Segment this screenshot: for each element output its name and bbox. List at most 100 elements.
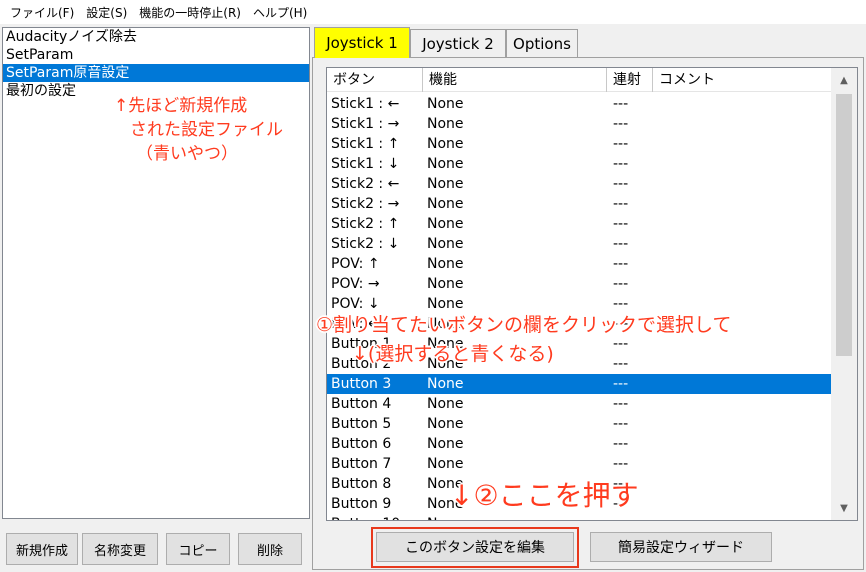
profile-item[interactable]: Audacityノイズ除去 bbox=[3, 28, 309, 46]
row-button-name: Button 5 bbox=[331, 416, 392, 432]
list-row[interactable]: Stick2 : ← None --- bbox=[327, 174, 831, 194]
row-comment bbox=[661, 194, 831, 214]
row-comment bbox=[661, 174, 831, 194]
list-row[interactable]: Button 3 None --- bbox=[327, 374, 831, 394]
row-function: None bbox=[427, 256, 464, 272]
new-profile-button[interactable]: 新規作成 bbox=[6, 533, 78, 565]
row-rapid: --- bbox=[607, 514, 661, 520]
annotation-step2: ↓②ここを押す bbox=[450, 479, 639, 512]
row-rapid: --- bbox=[613, 376, 629, 392]
edit-button-setting-button[interactable]: このボタン設定を編集 bbox=[376, 532, 574, 562]
list-row[interactable]: Button 4 None --- bbox=[327, 394, 831, 414]
menu-pause[interactable]: 機能の一時停止(R) bbox=[133, 4, 247, 21]
row-button-name: Button 8 bbox=[331, 476, 392, 492]
copy-profile-button[interactable]: コピー bbox=[166, 533, 230, 565]
list-row[interactable]: Stick2 : → None --- bbox=[327, 194, 831, 214]
list-row[interactable]: Stick2 : ↓ None --- bbox=[327, 234, 831, 254]
list-row[interactable]: Button 10None--- bbox=[327, 514, 831, 520]
row-function: None bbox=[423, 514, 607, 520]
menu-help[interactable]: ヘルプ(H) bbox=[247, 4, 313, 21]
row-function: None bbox=[427, 456, 464, 472]
delete-profile-button[interactable]: 削除 bbox=[238, 533, 302, 565]
list-row[interactable]: Stick1 : ← None --- bbox=[327, 94, 831, 114]
row-comment bbox=[661, 254, 831, 274]
row-comment bbox=[661, 434, 831, 454]
row-comment bbox=[661, 514, 831, 520]
row-comment bbox=[661, 94, 831, 114]
list-row[interactable]: Button 7 None --- bbox=[327, 454, 831, 474]
button-assign-list[interactable]: ボタン 機能 連射 コメント Stick1 : ← None --- Stick1 :… bbox=[326, 67, 858, 521]
row-rapid: --- bbox=[613, 216, 629, 232]
row-rapid: --- bbox=[613, 276, 629, 292]
row-button-name: Stick2 : → bbox=[331, 196, 400, 212]
list-row[interactable]: Button 5 None --- bbox=[327, 414, 831, 434]
row-function: None bbox=[427, 96, 464, 112]
profile-item[interactable]: SetParam bbox=[3, 46, 309, 64]
row-function: None bbox=[427, 156, 464, 172]
menu-settings[interactable]: 設定(S) bbox=[80, 4, 133, 21]
row-rapid: --- bbox=[613, 96, 629, 112]
menu-file[interactable]: ファイル(F) bbox=[4, 4, 80, 21]
list-row[interactable]: Stick2 : ↑ None --- bbox=[327, 214, 831, 234]
list-row[interactable]: POV: → None --- bbox=[327, 274, 831, 294]
tab-options[interactable]: Options bbox=[506, 29, 578, 57]
row-function: None bbox=[427, 176, 464, 192]
annotation-new-profile-2: された設定ファイル bbox=[130, 120, 283, 140]
row-button-name: POV: ↑ bbox=[331, 256, 380, 272]
row-button-name: Button 10 bbox=[327, 514, 423, 520]
rename-profile-button[interactable]: 名称変更 bbox=[82, 533, 158, 565]
row-rapid: --- bbox=[613, 176, 629, 192]
col-button[interactable]: ボタン bbox=[327, 68, 423, 92]
annotation-step1-line1: ①割り当てたいボタンの欄をクリックで選択して bbox=[316, 314, 732, 336]
scroll-up-icon[interactable]: ▲ bbox=[831, 68, 857, 92]
row-rapid: --- bbox=[613, 296, 629, 312]
row-comment bbox=[661, 394, 831, 414]
col-function[interactable]: 機能 bbox=[423, 68, 607, 92]
row-rapid: --- bbox=[613, 456, 629, 472]
col-rapid[interactable]: 連射 bbox=[607, 68, 653, 92]
row-rapid: --- bbox=[613, 336, 629, 352]
row-function: None bbox=[427, 276, 464, 292]
list-row[interactable]: Stick1 : → None --- bbox=[327, 114, 831, 134]
row-comment bbox=[661, 354, 831, 374]
tab-joystick-2[interactable]: Joystick 2 bbox=[410, 29, 506, 57]
row-comment bbox=[661, 234, 831, 254]
row-comment bbox=[661, 114, 831, 134]
row-comment bbox=[661, 414, 831, 434]
vertical-scrollbar[interactable]: ▲ ▼ bbox=[831, 68, 857, 520]
scroll-down-icon[interactable]: ▼ bbox=[831, 496, 857, 520]
list-body: Stick1 : ← None --- Stick1 : → None --- Stick1… bbox=[327, 94, 831, 520]
row-function: None bbox=[427, 196, 464, 212]
list-row[interactable]: Stick1 : ↑ None --- bbox=[327, 134, 831, 154]
annotation-step1-line2: ↓(選択すると青くなる) bbox=[352, 343, 554, 365]
list-row[interactable]: POV: ↑ None --- bbox=[327, 254, 831, 274]
scroll-thumb[interactable] bbox=[836, 94, 852, 356]
row-rapid: --- bbox=[613, 136, 629, 152]
row-rapid: --- bbox=[613, 256, 629, 272]
row-function: None bbox=[427, 416, 464, 432]
tab-joystick-1[interactable]: Joystick 1 bbox=[314, 27, 410, 58]
row-function: None bbox=[427, 136, 464, 152]
row-function: None bbox=[427, 376, 464, 392]
list-row[interactable]: Button 6 None --- bbox=[327, 434, 831, 454]
row-function: None bbox=[427, 216, 464, 232]
row-rapid: --- bbox=[613, 396, 629, 412]
row-button-name: Stick1 : ← bbox=[331, 96, 400, 112]
row-function: None bbox=[427, 396, 464, 412]
row-rapid: --- bbox=[613, 416, 629, 432]
profile-item-selected[interactable]: SetParam原音設定 bbox=[3, 64, 309, 82]
row-comment bbox=[661, 154, 831, 174]
annotation-new-profile-1: ↑先ほど新規作成 bbox=[114, 96, 248, 116]
row-function: None bbox=[427, 236, 464, 252]
list-row[interactable]: POV: ↓ None --- bbox=[327, 294, 831, 314]
row-rapid: --- bbox=[613, 196, 629, 212]
row-button-name: Button 6 bbox=[331, 436, 392, 452]
row-comment bbox=[661, 494, 831, 514]
col-comment[interactable]: コメント bbox=[653, 68, 831, 92]
row-button-name: Stick2 : ← bbox=[331, 176, 400, 192]
row-rapid: --- bbox=[613, 356, 629, 372]
list-row[interactable]: Stick1 : ↓ None --- bbox=[327, 154, 831, 174]
row-function: None bbox=[427, 436, 464, 452]
easy-setup-wizard-button[interactable]: 簡易設定ウィザード bbox=[590, 532, 772, 562]
row-rapid: --- bbox=[613, 156, 629, 172]
